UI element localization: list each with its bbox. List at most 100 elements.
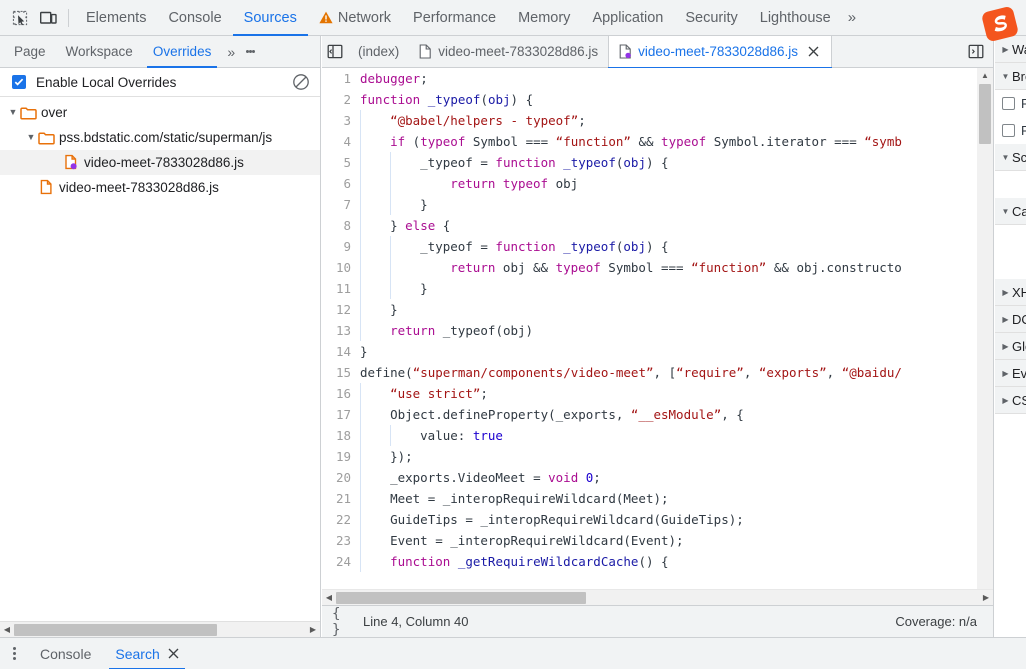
scroll-right-arrow-icon[interactable]: ▶ bbox=[979, 593, 993, 602]
debugger-section-global-listeners[interactable]: ▶Global Listeners bbox=[995, 333, 1026, 360]
debugger-section-event-listener-breakpoints[interactable]: ▶Event Listener Breakpoints bbox=[995, 360, 1026, 387]
code-line[interactable]: 10 return obj && typeof Symbol === “funct… bbox=[322, 257, 993, 278]
file-icon bbox=[38, 179, 55, 196]
debugger-section-breakpoints[interactable]: ▼Breakpoints bbox=[995, 63, 1026, 90]
drawer-tab-search[interactable]: Search bbox=[103, 638, 190, 669]
code-line[interactable]: 8} else { bbox=[322, 215, 993, 236]
tab-sources[interactable]: Sources bbox=[232, 0, 309, 36]
tab-network[interactable]: Network bbox=[308, 0, 402, 36]
tree-row[interactable]: ▼ pss.bdstatic.com/static/superman/js bbox=[0, 125, 320, 150]
code-line[interactable]: 13 return _typeof(obj) bbox=[322, 320, 993, 341]
scroll-left-arrow-icon[interactable]: ◀ bbox=[0, 625, 14, 634]
tree-row[interactable]: video-meet-7833028d86.js bbox=[0, 175, 320, 200]
code-line[interactable]: 2 function _typeof(obj) { bbox=[322, 89, 993, 110]
code-line[interactable]: 24 function _getRequireWildcardCache() { bbox=[322, 551, 993, 572]
code-line[interactable]: 17 Object.defineProperty(_exports, “__esM… bbox=[322, 404, 993, 425]
device-toolbar-icon[interactable] bbox=[34, 4, 62, 32]
clear-configuration-icon[interactable] bbox=[292, 73, 310, 91]
code-line[interactable]: 22 GuideTips = _interopRequireWildcard(Gu… bbox=[322, 509, 993, 530]
code-line[interactable]: 4 if (typeof Symbol === “function” && typ… bbox=[322, 131, 993, 152]
code-line[interactable]: 1 debugger; bbox=[322, 68, 993, 89]
expand-triangle-icon[interactable]: ▼ bbox=[6, 108, 20, 117]
pretty-print-icon[interactable]: { } bbox=[332, 606, 354, 638]
code-line[interactable]: 21 Meet = _interopRequireWildcard(Meet); bbox=[322, 488, 993, 509]
expand-triangle-icon[interactable]: ▼ bbox=[24, 133, 38, 142]
code-line[interactable]: 6 return typeof obj bbox=[322, 173, 993, 194]
code-token: “@baidu/ bbox=[841, 365, 902, 380]
expand-triangle-icon[interactable]: ▶ bbox=[999, 342, 1012, 351]
close-search-icon[interactable] bbox=[168, 648, 179, 659]
tree-row-selected[interactable]: video-meet-7833028d86.js bbox=[0, 150, 320, 175]
close-tab-icon[interactable] bbox=[807, 45, 821, 59]
expand-triangle-icon[interactable]: ▶ bbox=[999, 369, 1012, 378]
scrollbar-thumb[interactable] bbox=[336, 591, 586, 604]
code-line[interactable]: 15 define(“superman/components/video-meet… bbox=[322, 362, 993, 383]
more-tabs-chevron-icon[interactable]: » bbox=[842, 9, 860, 26]
code-line[interactable]: 3 “@babel/helpers - typeof”; bbox=[322, 110, 993, 131]
nav-tab-overrides[interactable]: Overrides bbox=[143, 36, 222, 68]
tab-memory[interactable]: Memory bbox=[507, 0, 581, 36]
code-line[interactable]: 7} bbox=[322, 194, 993, 215]
code-line[interactable]: 14} bbox=[322, 341, 993, 362]
pause-exceptions-checkbox[interactable] bbox=[1002, 124, 1015, 137]
navigator-horizontal-scrollbar[interactable]: ◀ ▶ bbox=[0, 621, 320, 637]
tree-row[interactable]: ▼ over bbox=[0, 100, 320, 125]
debugger-section-call-stack[interactable]: ▼Call Stack bbox=[995, 198, 1026, 225]
code-editor[interactable]: 1 debugger; 2 function _typeof(obj) {3 “@bab… bbox=[322, 68, 993, 605]
nav-tab-workspace[interactable]: Workspace bbox=[56, 36, 143, 68]
code-token: _typeof bbox=[563, 239, 616, 254]
tab-application[interactable]: Application bbox=[581, 0, 674, 36]
enable-local-overrides-checkbox[interactable] bbox=[12, 75, 26, 89]
debugger-section-xhr-fetch-breakpoints[interactable]: ▶XHR/fetch Breakpoints bbox=[995, 279, 1026, 306]
code-line[interactable]: 20 _exports.VideoMeet = void 0; bbox=[322, 467, 993, 488]
tab-elements[interactable]: Elements bbox=[75, 0, 157, 36]
scroll-left-arrow-icon[interactable]: ◀ bbox=[322, 593, 336, 602]
expand-triangle-icon[interactable]: ▶ bbox=[999, 396, 1012, 405]
debugger-checkbox-row[interactable]: Pause on uncaught exceptions bbox=[995, 90, 1026, 117]
code-line-text: function _getRequireWildcardCache() { bbox=[360, 551, 993, 572]
tab-console[interactable]: Console bbox=[157, 0, 232, 36]
scrollbar-track[interactable] bbox=[336, 590, 979, 606]
drawer-tab-console[interactable]: Console bbox=[28, 638, 103, 669]
nav-tab-page[interactable]: Page bbox=[4, 36, 56, 68]
collapse-triangle-icon[interactable]: ▼ bbox=[999, 207, 1012, 216]
editor-tab-video-meet-source[interactable]: video-meet-7833028d86.js bbox=[409, 36, 608, 68]
show-navigator-icon[interactable] bbox=[322, 36, 348, 68]
code-line[interactable]: 9 _typeof = function _typeof(obj) { bbox=[322, 236, 993, 257]
code-line[interactable]: 16 “use strict”; bbox=[322, 383, 993, 404]
editor-tab-index[interactable]: (index) bbox=[348, 36, 409, 68]
debugger-section-scope[interactable]: ▼Scope bbox=[995, 144, 1026, 171]
navigator-more-tabs-chevron-icon[interactable]: » bbox=[221, 44, 239, 60]
expand-triangle-icon[interactable]: ▶ bbox=[999, 45, 1012, 54]
show-debugger-sidebar-icon[interactable] bbox=[963, 36, 989, 68]
scroll-right-arrow-icon[interactable]: ▶ bbox=[306, 625, 320, 634]
navigator-more-options-icon[interactable] bbox=[239, 40, 261, 64]
code-line[interactable]: 18 value: true bbox=[322, 425, 993, 446]
code-line[interactable]: 19}); bbox=[322, 446, 993, 467]
debugger-section-watch[interactable]: ▶Watch bbox=[995, 36, 1026, 63]
inspect-element-icon[interactable] bbox=[6, 4, 34, 32]
editor-tab-video-meet-override[interactable]: video-meet-7833028d86.js bbox=[608, 35, 832, 69]
tab-security[interactable]: Security bbox=[674, 0, 748, 36]
code-line[interactable]: 23 Event = _interopRequireWildcard(Event)… bbox=[322, 530, 993, 551]
scrollbar-thumb[interactable] bbox=[14, 623, 217, 636]
editor-vertical-scrollbar[interactable]: ▲ ▼ bbox=[977, 68, 993, 605]
debugger-section-dom-breakpoints[interactable]: ▶DOM Breakpoints bbox=[995, 306, 1026, 333]
pause-exceptions-checkbox[interactable] bbox=[1002, 97, 1015, 110]
code-line[interactable]: 11} bbox=[322, 278, 993, 299]
expand-triangle-icon[interactable]: ▶ bbox=[999, 288, 1012, 297]
drawer-more-options-icon[interactable] bbox=[0, 638, 28, 669]
scroll-up-arrow-icon[interactable]: ▲ bbox=[977, 68, 993, 83]
debugger-checkbox-row[interactable]: Pause on caught exceptions bbox=[995, 117, 1026, 144]
collapse-triangle-icon[interactable]: ▼ bbox=[999, 153, 1012, 162]
tab-performance[interactable]: Performance bbox=[402, 0, 507, 36]
code-line[interactable]: 12} bbox=[322, 299, 993, 320]
editor-horizontal-scrollbar[interactable]: ◀ ▶ bbox=[322, 589, 993, 605]
code-line[interactable]: 5 _typeof = function _typeof(obj) { bbox=[322, 152, 993, 173]
debugger-section-csp-violation-breakpoints[interactable]: ▶CSP Violation Breakpoints bbox=[995, 387, 1026, 414]
expand-triangle-icon[interactable]: ▶ bbox=[999, 315, 1012, 324]
scrollbar-track[interactable] bbox=[14, 622, 306, 638]
scrollbar-thumb[interactable] bbox=[979, 84, 991, 144]
tab-lighthouse[interactable]: Lighthouse bbox=[749, 0, 842, 36]
collapse-triangle-icon[interactable]: ▼ bbox=[999, 72, 1012, 81]
